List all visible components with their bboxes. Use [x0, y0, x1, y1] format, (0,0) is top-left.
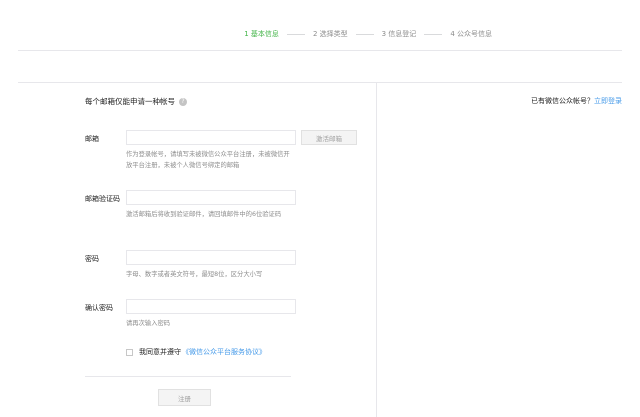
password-hint: 字母、数字或者英文符号，最短8位，区分大小写	[126, 271, 263, 278]
step-basic-info: 1 基本信息	[244, 30, 279, 38]
step-info-registration: 3 信息登记	[381, 30, 417, 38]
step-separator	[424, 33, 443, 35]
confirm-password-hint: 请再次输入密码	[126, 320, 171, 327]
step-separator	[355, 33, 374, 35]
agree-checkbox[interactable]	[126, 348, 133, 356]
registration-form: 每个邮箱仅能申请一种帐号 ? 邮箱 激活邮箱 作为登录帐号，请填写未被微信公众平…	[18, 83, 377, 417]
activate-email-button[interactable]: 激活邮箱	[301, 130, 357, 145]
step-separator	[286, 33, 305, 35]
service-agreement-link[interactable]: 《微信公众平台服务协议》	[182, 347, 266, 357]
login-link[interactable]: 立即登录	[594, 97, 622, 105]
password-label: 密码	[85, 255, 99, 263]
registration-panel: 每个邮箱仅能申请一种帐号 ? 邮箱 激活邮箱 作为登录帐号，请填写未被微信公众平…	[18, 82, 622, 417]
email-hint: 作为登录帐号，请填写未被微信公众平台注册，未被微信开放平台注册，未被个人微信号绑…	[126, 151, 290, 169]
login-panel: 已有微信公众帐号？立即登录	[376, 83, 622, 417]
help-icon[interactable]: ?	[179, 97, 187, 106]
confirm-password-input[interactable]	[126, 299, 296, 314]
code-label: 邮箱验证码	[85, 195, 120, 203]
password-input[interactable]	[126, 250, 296, 265]
page: 1 基本信息 2 选择类型 3 信息登记 4 公众号信息 每个邮箱仅能申请一种帐…	[0, 0, 640, 417]
agree-text: 我同意并遵守	[139, 348, 181, 356]
agreement-row: 我同意并遵守 《微信公众平台服务协议》	[126, 347, 266, 357]
email-tip-text: 每个邮箱仅能申请一种帐号	[85, 97, 175, 106]
confirm-password-label: 确认密码	[85, 304, 113, 312]
step-indicator: 1 基本信息 2 选择类型 3 信息登记 4 公众号信息	[244, 29, 492, 39]
login-prompt: 已有微信公众帐号？	[531, 97, 594, 105]
email-tip: 每个邮箱仅能申请一种帐号 ?	[85, 96, 187, 107]
step-account-info: 4 公众号信息	[450, 30, 492, 38]
code-hint: 激活邮箱后将收到验证邮件，请回填邮件中的6位验证码	[126, 211, 282, 218]
login-prompt-line: 已有微信公众帐号？立即登录	[531, 96, 622, 106]
form-divider	[85, 376, 291, 377]
step-select-type: 2 选择类型	[312, 30, 348, 38]
email-input[interactable]	[126, 130, 296, 145]
register-button[interactable]: 注册	[158, 389, 211, 406]
verification-code-input[interactable]	[126, 190, 296, 205]
email-label: 邮箱	[85, 135, 99, 143]
step-header: 1 基本信息 2 选择类型 3 信息登记 4 公众号信息	[18, 0, 622, 51]
